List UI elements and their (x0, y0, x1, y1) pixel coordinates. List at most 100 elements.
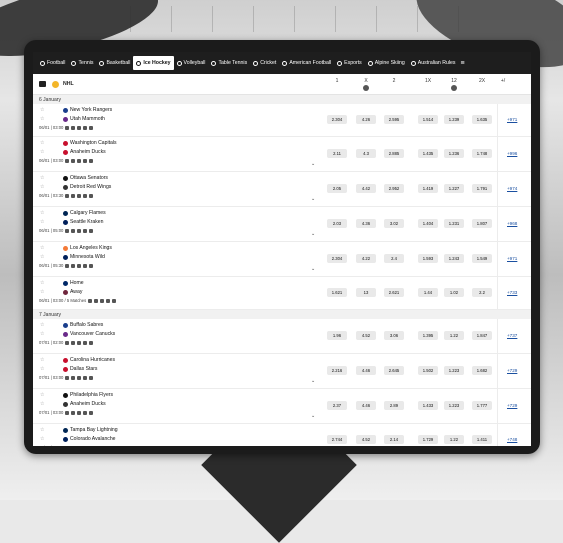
odds-button[interactable]: 1.729 (418, 435, 438, 444)
stats-icon[interactable] (94, 298, 99, 303)
chart-icon[interactable] (83, 375, 88, 380)
lineup-icon[interactable] (89, 228, 94, 233)
more-markets-link[interactable]: +729 (507, 403, 517, 408)
stats-icon[interactable]: ☆ (40, 219, 44, 225)
league-name[interactable]: NHL (63, 81, 74, 87)
tv-icon[interactable] (65, 340, 70, 345)
chevron-down-icon[interactable]: ⌄ (311, 413, 315, 419)
lineup-icon[interactable] (89, 193, 94, 198)
odds-button[interactable]: 1.514 (418, 115, 438, 124)
lineup-icon[interactable] (89, 410, 94, 415)
odds-button[interactable]: 1.777 (472, 401, 492, 410)
menu-icon[interactable]: ≡ (461, 60, 465, 67)
odds-button[interactable]: 2.2 (472, 288, 492, 297)
favorite-icon[interactable]: ☆ (40, 107, 44, 113)
odds-button[interactable]: 2.304 (327, 254, 347, 263)
odds-button[interactable]: 1.419 (418, 184, 438, 193)
lineup-icon[interactable] (89, 263, 94, 268)
match-row[interactable]: ☆ Buffalo Sabres ☆ Vancouver Canucks 07/01 |… (33, 319, 531, 354)
odds-button[interactable]: 4.22 (356, 254, 376, 263)
odds-button[interactable]: 4.46 (356, 401, 376, 410)
chevron-down-icon[interactable]: ⌄ (311, 378, 315, 384)
odds-button[interactable]: 2.4 (384, 254, 404, 263)
odds-button[interactable]: 1.635 (472, 115, 492, 124)
odds-button[interactable]: 3.02 (384, 219, 404, 228)
match-row[interactable]: ☆ Ottawa Senators ☆ Detroit Red Wings 06/01 … (33, 172, 531, 207)
chart-icon[interactable] (83, 125, 88, 130)
odds-button[interactable]: 1.411 (472, 435, 492, 444)
chart-icon[interactable] (106, 298, 111, 303)
odds-button[interactable]: 13 (356, 288, 376, 297)
favorite-icon[interactable]: ☆ (40, 210, 44, 216)
lineup-icon[interactable] (89, 445, 94, 446)
odds-button[interactable]: 1.404 (418, 219, 438, 228)
odds-button[interactable]: 1.847 (472, 331, 492, 340)
odds-button[interactable]: 1.433 (418, 401, 438, 410)
calendar-icon[interactable] (39, 81, 46, 87)
odds-button[interactable]: 1.96 (327, 331, 347, 340)
odds-button[interactable]: 1.621 (327, 288, 347, 297)
odds-button[interactable]: 4.26 (356, 115, 376, 124)
odds-button[interactable]: 4.42 (356, 184, 376, 193)
chart-icon[interactable] (83, 263, 88, 268)
more-markets-link[interactable]: +748 (507, 437, 517, 442)
match-row[interactable]: ☆ New York Rangers ☆ Utah Mammoth 06/01 | 03… (33, 104, 531, 137)
odds-button[interactable]: 2.05 (327, 184, 347, 193)
match-row[interactable]: ☆ Washington Capitals ☆ Anaheim Ducks 06/01 … (33, 137, 531, 172)
odds-button[interactable]: 1.791 (472, 184, 492, 193)
odds-button[interactable]: 2.885 (384, 149, 404, 158)
odds-button[interactable]: 1.02 (444, 288, 464, 297)
stats-icon[interactable]: ☆ (40, 366, 44, 372)
match-row[interactable]: ☆ Home ☆ Away 06/01 | 03:00 / 5 Matches 1.621… (33, 277, 531, 310)
info-icon[interactable] (77, 340, 82, 345)
favorite-icon[interactable]: ☆ (40, 427, 44, 433)
stats-icon[interactable]: ☆ (40, 149, 44, 155)
tab-volleyball[interactable]: Volleyball (174, 52, 209, 74)
odds-button[interactable]: 1.236 (444, 149, 464, 158)
favorite-icon[interactable]: ☆ (40, 322, 44, 328)
tv-icon[interactable] (65, 193, 70, 198)
odds-button[interactable]: 2.216 (327, 366, 347, 375)
lineup-icon[interactable] (89, 340, 94, 345)
match-row[interactable]: ☆ Tampa Bay Lightning ☆ Colorado Avalanche 0… (33, 424, 531, 446)
more-markets-link[interactable]: +996 (507, 151, 517, 156)
odds-button[interactable]: 2.645 (384, 366, 404, 375)
chevron-down-icon[interactable]: ⌄ (311, 161, 315, 167)
odds-button[interactable]: 4.36 (356, 219, 376, 228)
stats-icon[interactable] (71, 228, 76, 233)
odds-button[interactable]: 2.37 (327, 401, 347, 410)
stats-icon[interactable] (71, 125, 76, 130)
odds-button[interactable]: 2.952 (384, 184, 404, 193)
odds-button[interactable]: 1.807 (472, 219, 492, 228)
lineup-icon[interactable] (89, 158, 94, 163)
stats-icon[interactable]: ☆ (40, 254, 44, 260)
more-markets-link[interactable]: +968 (507, 221, 517, 226)
more-markets-link[interactable]: +729 (507, 368, 517, 373)
stats-icon[interactable] (71, 193, 76, 198)
stats-icon[interactable]: ☆ (40, 436, 44, 442)
odds-button[interactable]: 1.502 (418, 366, 438, 375)
odds-button[interactable]: 2.03 (327, 219, 347, 228)
odds-button[interactable]: 4.52 (356, 331, 376, 340)
lineup-icon[interactable] (112, 298, 117, 303)
info-icon[interactable] (100, 298, 105, 303)
stats-icon[interactable]: ☆ (40, 116, 44, 122)
tv-icon[interactable] (88, 298, 93, 303)
tab-american-football[interactable]: American Football (279, 52, 334, 74)
stats-icon[interactable] (71, 263, 76, 268)
favorite-icon[interactable]: ☆ (40, 280, 44, 286)
odds-button[interactable]: 2.595 (384, 115, 404, 124)
stats-icon[interactable]: ☆ (40, 289, 44, 295)
odds-button[interactable]: 1.227 (444, 184, 464, 193)
tv-icon[interactable] (65, 125, 70, 130)
odds-button[interactable]: 1.748 (472, 149, 492, 158)
tv-icon[interactable] (65, 228, 70, 233)
chart-icon[interactable] (83, 410, 88, 415)
match-row[interactable]: ☆ Calgary Flames ☆ Seattle Kraken 06/01 | 05… (33, 207, 531, 242)
tab-ice-hockey[interactable]: Ice Hockey (133, 56, 174, 70)
stats-icon[interactable]: ☆ (40, 184, 44, 190)
info-icon[interactable] (77, 125, 82, 130)
odds-button[interactable]: 1.395 (418, 331, 438, 340)
info-icon[interactable] (77, 445, 82, 446)
tab-australian-rules[interactable]: Australian Rules (408, 52, 459, 74)
